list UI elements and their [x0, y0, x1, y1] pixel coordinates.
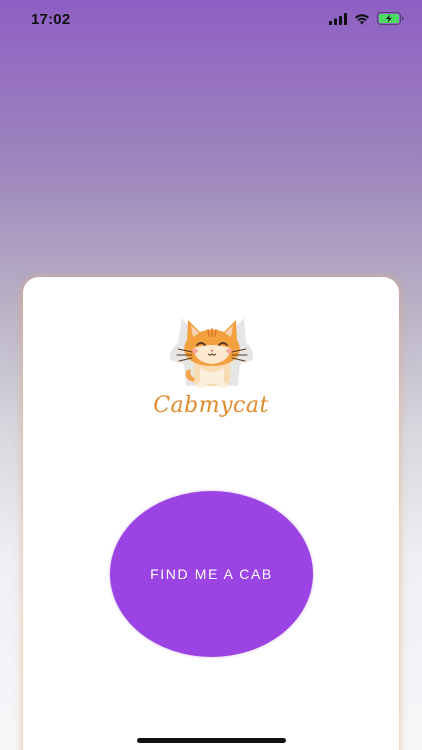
- find-cab-label: FIND ME A CAB: [150, 566, 273, 582]
- wifi-icon: [355, 13, 369, 24]
- battery-charging-icon: [377, 12, 404, 25]
- status-icons: [329, 12, 404, 25]
- home-indicator[interactable]: [137, 738, 286, 743]
- brand-name: Cabmycat: [153, 393, 269, 418]
- status-time: 17:02: [31, 11, 71, 28]
- signal-icon: [329, 12, 347, 25]
- find-cab-button[interactable]: FIND ME A CAB: [110, 491, 313, 657]
- status-bar: 17:02: [0, 0, 422, 42]
- cat-logo-icon: [164, 312, 260, 394]
